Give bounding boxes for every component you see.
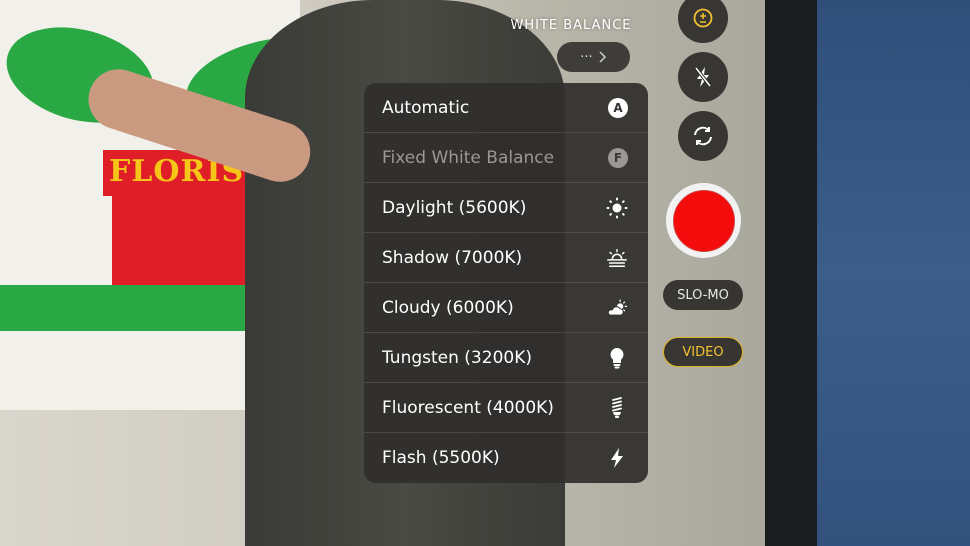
flip-camera-icon [694,126,712,146]
bolt-icon [606,447,628,469]
record-dot [672,189,735,252]
option-label: Cloudy (6000K) [382,297,514,318]
flip-camera-button[interactable] [678,111,728,161]
mode-video[interactable]: VIDEO [663,337,743,367]
wb-option-fixed[interactable]: Fixed White Balance F [364,133,648,183]
wb-option-fluorescent[interactable]: Fluorescent (4000K) [364,383,648,433]
flash-off-icon [694,66,712,88]
fixed-badge-icon: F [608,147,628,168]
white-balance-menu: Automatic A Fixed White Balance F Daylight… [364,83,648,483]
white-balance-label: WHITE BALANCE [510,18,632,33]
option-label: Automatic [382,97,470,118]
lightbulb-icon [606,347,628,369]
record-button[interactable] [666,183,741,258]
wb-option-automatic[interactable]: Automatic A [364,83,648,133]
option-label: Shadow (7000K) [382,247,523,268]
option-label: Fluorescent (4000K) [382,397,554,418]
option-label: Tungsten (3200K) [382,347,532,368]
cloud-sun-icon [606,297,628,319]
wb-option-daylight[interactable]: Daylight (5600K) [364,183,648,233]
exposure-icon [693,8,713,28]
wb-option-cloudy[interactable]: Cloudy (6000K) [364,283,648,333]
sun-icon [606,197,628,219]
wb-option-tungsten[interactable]: Tungsten (3200K) [364,333,648,383]
flash-toggle-button[interactable] [678,52,728,102]
white-balance-more-button[interactable]: ··· [557,42,630,72]
device-bezel [765,0,817,546]
option-label: Daylight (5600K) [382,197,527,218]
sunset-icon [606,247,628,269]
option-label: Flash (5500K) [382,448,500,468]
background [817,0,970,546]
cfl-bulb-icon [606,396,628,419]
auto-badge-icon: A [608,97,628,118]
option-label: Fixed White Balance [382,147,555,168]
wb-option-flash[interactable]: Flash (5500K) [364,433,648,483]
more-dots-icon: ··· [580,49,593,65]
mode-slo-mo[interactable]: SLO-MO [663,280,743,310]
chevron-right-icon [599,51,606,63]
wb-option-shadow[interactable]: Shadow (7000K) [364,233,648,283]
